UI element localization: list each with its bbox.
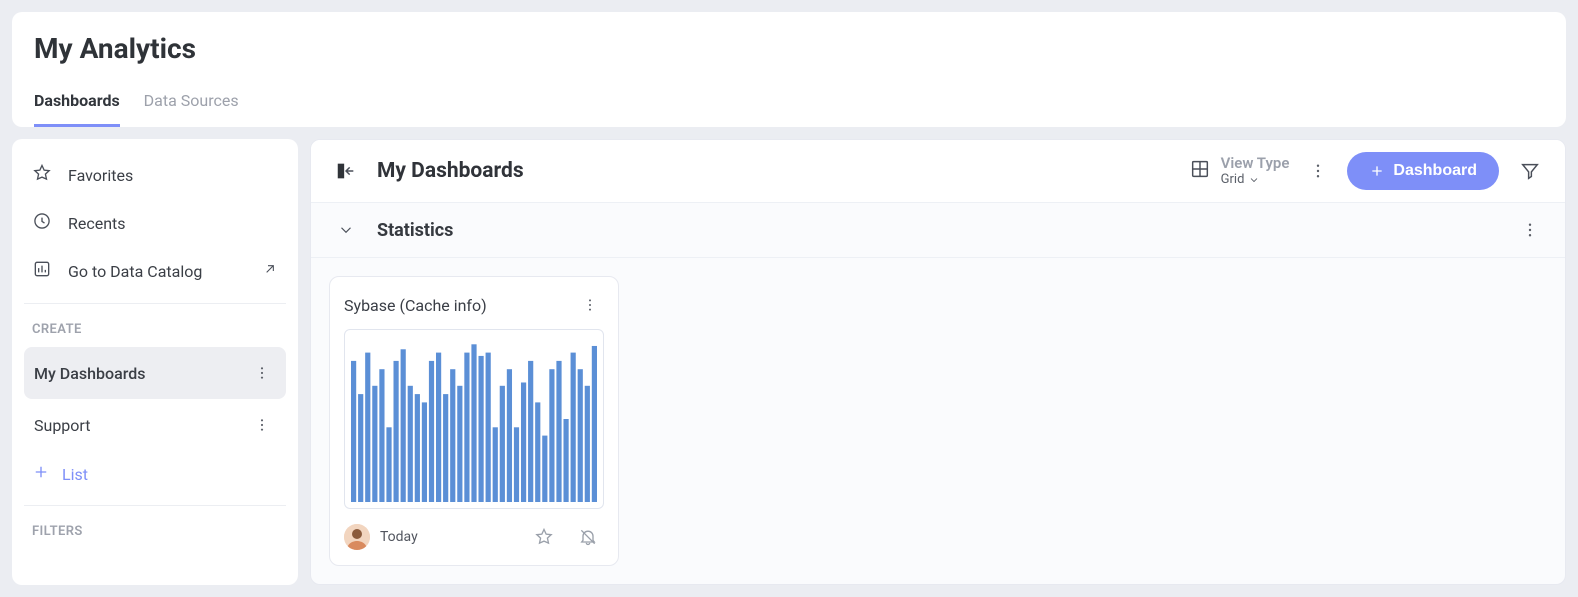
more-vertical-icon	[582, 297, 598, 313]
card-title: Sybase (Cache info)	[344, 296, 487, 315]
sidebar-item-my-dashboards[interactable]: My Dashboards	[24, 347, 286, 399]
tab-data-sources[interactable]: Data Sources	[144, 91, 239, 127]
star-icon	[534, 527, 554, 547]
bell-off-icon	[578, 527, 598, 547]
collapse-sidebar-button[interactable]	[329, 154, 363, 188]
sidebar-link-label: Go to Data Catalog	[68, 262, 202, 281]
sidebar-heading-filters: FILTERS	[24, 518, 286, 549]
sidebar-link-favorites[interactable]: Favorites	[24, 151, 286, 199]
sidebar-add-list[interactable]: List	[24, 451, 286, 497]
dashboard-card[interactable]: Sybase (Cache info) Today	[329, 276, 619, 566]
card-menu-button[interactable]	[576, 291, 604, 319]
sidebar-link-label: Recents	[68, 214, 126, 233]
plus-icon	[1369, 163, 1385, 179]
sidebar-separator	[24, 505, 286, 506]
card-chart	[344, 329, 604, 509]
page-title: My Analytics	[34, 32, 1544, 65]
main-panel: My Dashboards View Type Grid	[310, 139, 1566, 585]
section-menu-button[interactable]	[1515, 215, 1545, 245]
card-favorite-button[interactable]	[528, 521, 560, 553]
section-header: Statistics	[311, 203, 1565, 258]
sidebar-item-label: Support	[34, 416, 90, 435]
card-notifications-button[interactable]	[572, 521, 604, 553]
sidebar-item-support[interactable]: Support	[24, 399, 286, 451]
view-type-label: View Type	[1221, 154, 1290, 172]
more-vertical-icon	[254, 365, 270, 381]
add-dashboard-button[interactable]: Dashboard	[1347, 152, 1499, 190]
tab-dashboards[interactable]: Dashboards	[34, 91, 120, 127]
external-arrow-icon	[262, 261, 278, 281]
add-dashboard-label: Dashboard	[1393, 162, 1477, 180]
chevron-down-icon	[337, 221, 355, 239]
sidebar-item-label: My Dashboards	[34, 364, 145, 383]
tabs: Dashboards Data Sources	[34, 91, 1544, 127]
card-timestamp: Today	[380, 529, 418, 545]
sidebar-item-menu-button[interactable]	[248, 359, 276, 387]
avatar	[344, 524, 370, 550]
sidebar-link-recents[interactable]: Recents	[24, 199, 286, 247]
more-vertical-icon	[254, 417, 270, 433]
sidebar-heading-create: CREATE	[24, 316, 286, 347]
sidebar-link-data-catalog[interactable]: Go to Data Catalog	[24, 247, 286, 295]
sidebar-item-menu-button[interactable]	[248, 411, 276, 439]
panel-collapse-icon	[335, 160, 357, 182]
main-header: My Dashboards View Type Grid	[311, 140, 1565, 203]
sidebar-link-label: Favorites	[68, 166, 133, 185]
view-type-value: Grid	[1221, 172, 1245, 188]
main-title: My Dashboards	[377, 159, 524, 183]
cards-grid: Sybase (Cache info) Today	[311, 258, 1565, 584]
top-header-card: My Analytics Dashboards Data Sources	[12, 12, 1566, 127]
plus-icon	[32, 463, 50, 485]
chevron-down-icon	[1248, 174, 1260, 186]
catalog-icon	[32, 259, 52, 283]
header-menu-button[interactable]	[1303, 156, 1333, 186]
section-title: Statistics	[377, 220, 453, 241]
more-vertical-icon	[1309, 162, 1327, 180]
view-type-labels: View Type Grid	[1221, 154, 1290, 188]
star-icon	[32, 163, 52, 187]
filter-button[interactable]	[1513, 154, 1547, 188]
section-toggle[interactable]	[331, 215, 361, 245]
filter-icon	[1519, 160, 1541, 182]
sidebar: Favorites Recents Go to Data Catalog CRE…	[12, 139, 298, 585]
sidebar-separator	[24, 303, 286, 304]
grid-icon	[1189, 158, 1211, 184]
more-vertical-icon	[1521, 221, 1539, 239]
clock-icon	[32, 211, 52, 235]
view-type-selector[interactable]: View Type Grid	[1189, 154, 1290, 188]
sidebar-add-label: List	[62, 465, 88, 484]
